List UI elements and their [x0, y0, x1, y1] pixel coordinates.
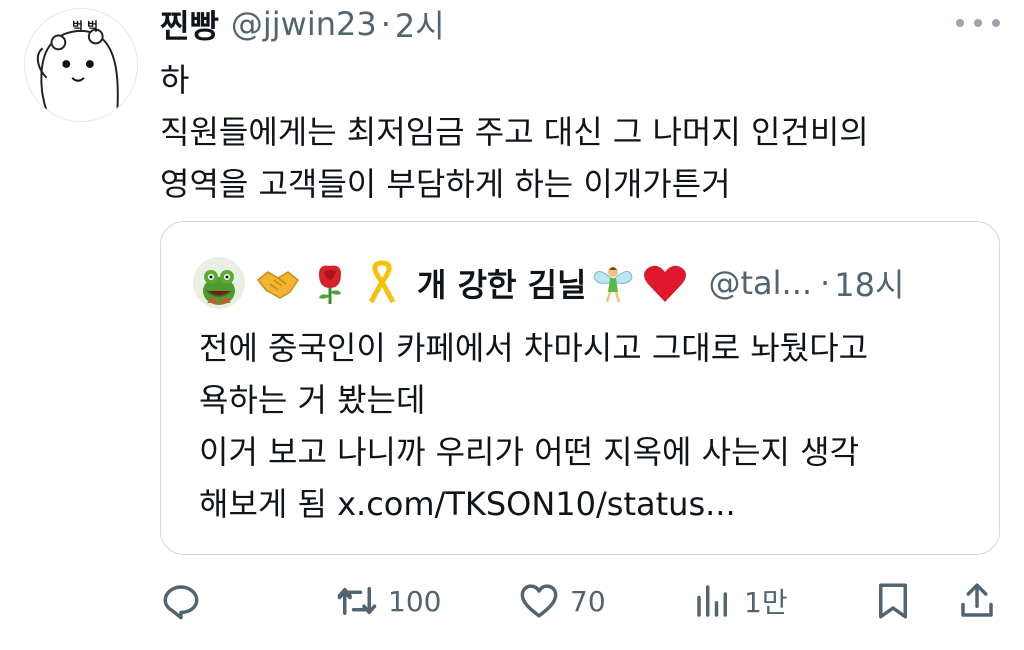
author-handle[interactable]: @jjwin23	[231, 5, 377, 43]
retweet-icon	[336, 580, 378, 622]
fairy-icon	[590, 260, 636, 306]
like-count: 70	[570, 584, 606, 618]
reply-button[interactable]	[160, 576, 202, 626]
tweet-line: 영역을 고객들이 부담하게 하는 이개가튼거	[160, 165, 731, 203]
quoted-tweet-line: 해보게 됨 x.com/TKSON10/status...	[199, 485, 736, 523]
tweet-timestamp[interactable]: 2시	[395, 1, 445, 47]
separator-dot: ·	[380, 5, 391, 43]
more-options-icon[interactable]	[956, 12, 1000, 34]
share-button[interactable]	[956, 576, 998, 626]
share-icon	[956, 580, 998, 622]
tweet-line: 하	[160, 61, 190, 99]
reply-icon	[160, 580, 202, 622]
quoted-tweet-timestamp[interactable]: 18시	[834, 260, 904, 306]
quoted-tweet-line: 욕하는 거 봤는데	[199, 381, 426, 419]
heart-icon	[518, 580, 560, 622]
rose-icon	[307, 260, 353, 306]
quoted-tweet-header: 개 강한 김닐 @tal... · 18시	[193, 257, 904, 309]
author-avatar[interactable]: 벅 벅	[24, 8, 138, 122]
quoted-author-avatar[interactable]	[193, 257, 245, 309]
retweet-button[interactable]: 100	[336, 576, 441, 626]
quoted-author-display-name[interactable]: 개 강한 김닐	[417, 260, 586, 306]
views-icon	[692, 580, 734, 622]
yellow-ribbon-icon	[359, 260, 405, 306]
bookmark-button[interactable]	[872, 576, 914, 626]
quoted-tweet-card[interactable]: 개 강한 김닐 @tal... · 18시 전에 중국인이 카페에서 차마시고 …	[160, 221, 1000, 555]
quoted-author-handle[interactable]: @tal...	[708, 264, 812, 302]
tweet-line: 직원들에게는 최저임금 주고 대신 그 나머지 인건비의	[160, 113, 869, 151]
red-heart-icon	[642, 260, 688, 306]
separator-dot: ·	[820, 264, 831, 302]
quoted-tweet-text: 전에 중국인이 카페에서 차마시고 그대로 놔뒀다고 욕하는 거 봤는데 이거 …	[199, 322, 989, 530]
quoted-tweet-line: 이거 보고 나니까 우리가 어떤 지옥에 사는지 생각	[199, 433, 860, 471]
author-display-name[interactable]: 찐빵	[160, 1, 219, 47]
retweet-count: 100	[388, 584, 442, 618]
tweet-header: 찐빵 @jjwin23 · 2시	[160, 2, 445, 46]
bookmark-icon	[872, 580, 914, 622]
tweet-text: 하 직원들에게는 최저임금 주고 대신 그 나머지 인건비의 영역을 고객들이 …	[160, 54, 980, 210]
handshake-icon	[255, 260, 301, 306]
like-button[interactable]: 70	[518, 576, 606, 626]
views-button[interactable]: 1만	[692, 576, 788, 626]
tweet-action-bar: 100 70 1만	[160, 576, 1000, 626]
avatar-caption: 벅 벅	[72, 20, 98, 34]
quoted-tweet-line: 전에 중국인이 카페에서 차마시고 그대로 놔뒀다고	[199, 329, 869, 367]
view-count: 1만	[744, 586, 788, 619]
